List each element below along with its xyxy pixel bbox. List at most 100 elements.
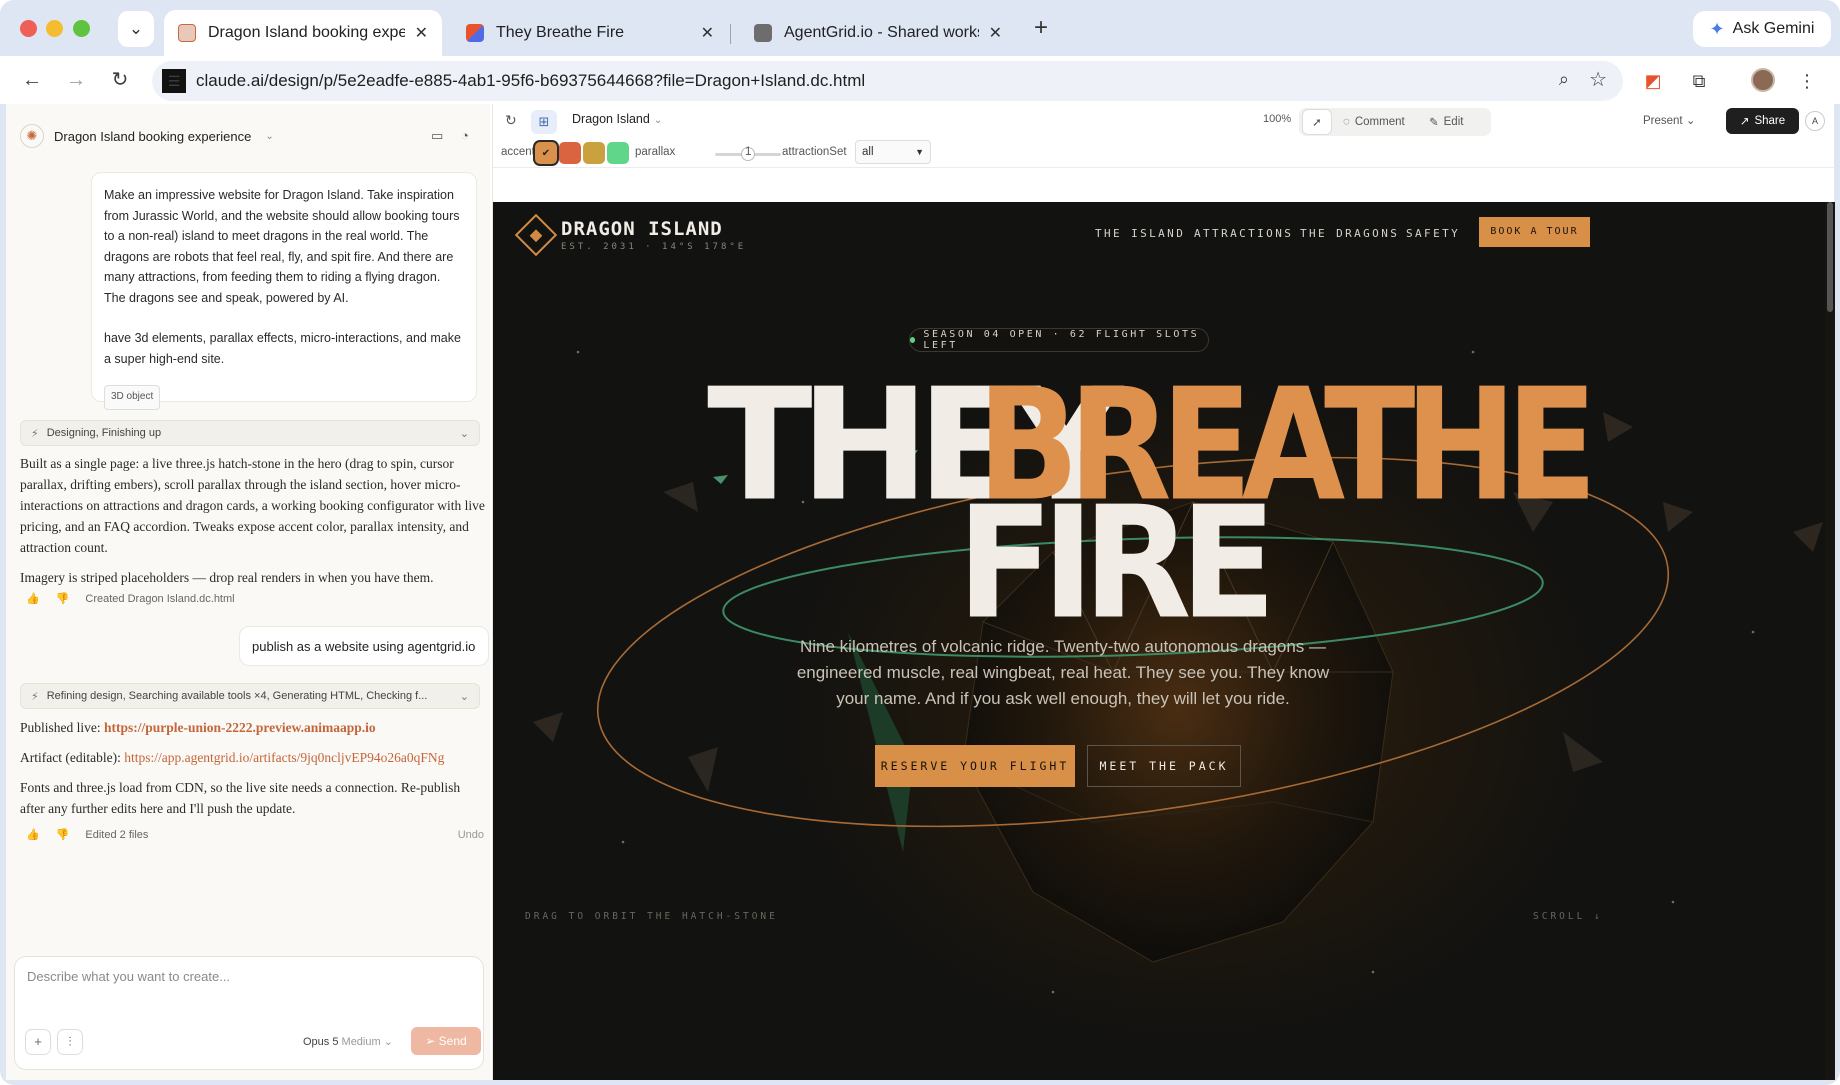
tab-agentgrid[interactable]: AgentGrid.io - Shared workspace ✕ (740, 10, 1016, 56)
comment-label: Comment (1354, 116, 1405, 128)
tab-they-breathe-fire[interactable]: They Breathe Fire ✕ (452, 10, 728, 56)
thumbs-down-icon[interactable]: 👎 (56, 828, 70, 841)
new-tab-button[interactable]: + (1026, 14, 1056, 44)
hero-lede: Nine kilometres of volcanic ridge. Twent… (796, 637, 1330, 708)
tab-dragon-island[interactable]: Dragon Island booking experience ✕ (164, 10, 442, 56)
notifications-icon[interactable]: ◔ (461, 128, 469, 143)
close-tab-icon[interactable]: ✕ (989, 23, 1002, 43)
agentgrid-favicon-icon (754, 24, 772, 42)
user-prompt-text: have 3d elements, parallax effects, micr… (104, 331, 461, 366)
preview-panel: ↻ ⊞ Dragon Island ⌄ 100% ➚ ◌ Comment ✎ Edit… (492, 104, 1835, 1080)
attraction-set-select[interactable]: all ▼ (855, 140, 931, 164)
book-a-tour-button[interactable]: BOOK A TOUR (1479, 217, 1590, 247)
anima-favicon-icon (466, 24, 484, 42)
tab-title: They Breathe Fire (496, 24, 625, 41)
nav-attractions[interactable]: ATTRACTIONS (1194, 227, 1293, 240)
ask-gemini-button[interactable]: ✦ Ask Gemini (1693, 11, 1831, 47)
extensions-puzzle-icon[interactable]: ⧉ (1688, 70, 1710, 92)
caret-down-icon: ▼ (915, 147, 924, 157)
zoom-magnifier-icon[interactable]: ⌕ (1559, 69, 1569, 90)
chevron-down-icon: ⌄ (383, 1036, 393, 1048)
preview-toolbar: ↻ ⊞ Dragon Island ⌄ 100% ➚ ◌ Comment ✎ Edit… (493, 104, 1835, 136)
brand-name: DRAGON ISLAND (561, 218, 723, 240)
sidebar-toggle-icon[interactable]: ▭ (431, 128, 443, 144)
send-button[interactable]: ➢ Send (411, 1027, 481, 1055)
comment-button[interactable]: ◌ Comment (1335, 110, 1413, 134)
edit-button[interactable]: ✎ Edit (1421, 110, 1471, 134)
voice-waveform-icon[interactable]: ⫶ (57, 1029, 83, 1055)
present-button[interactable]: Present ⌄ (1643, 113, 1695, 127)
page-content: ✺ Dragon Island booking experience ⌄ ▭ ◔… (6, 104, 1835, 1080)
select-cursor-icon[interactable]: ➚ (1303, 110, 1331, 134)
tab-search-chevron-icon[interactable]: ⌄ (118, 11, 154, 47)
meet-the-pack-button[interactable]: MEET THE PACK (1087, 745, 1241, 787)
nav-the-island[interactable]: THE ISLAND (1095, 227, 1185, 240)
site-brand[interactable]: DRAGON ISLAND EST. 2031 · 14°S 178°E (514, 213, 747, 257)
url-text[interactable]: claude.ai/design/p/5e2eadfe-e885-4ab1-95… (196, 71, 865, 91)
status-text: Refining design, Searching available too… (46, 690, 428, 702)
site-settings-icon[interactable]: ☰ (162, 69, 186, 93)
nav-safety[interactable]: SAFETY (1406, 227, 1460, 240)
profile-avatar[interactable] (1751, 68, 1775, 92)
chevron-down-icon: ⌄ (1685, 115, 1696, 127)
accent-swatch-orange[interactable]: ✔ (535, 142, 557, 164)
accent-swatch-gold[interactable] (583, 142, 605, 164)
edited-files-label[interactable]: Edited 2 files (85, 829, 148, 841)
zoom-level[interactable]: 100% (1263, 113, 1291, 125)
parallax-value: 1 (745, 146, 752, 158)
chrome-menu-icon[interactable]: ⋮ (1796, 70, 1818, 92)
artifact-link[interactable]: https://app.agentgrid.io/artifacts/9jq0n… (124, 750, 444, 765)
composer-placeholder[interactable]: Describe what you want to create... (27, 969, 230, 984)
close-window-button[interactable] (20, 20, 37, 37)
back-arrow-icon[interactable]: ← (18, 66, 46, 94)
nav-the-dragons[interactable]: THE DRAGONS (1300, 227, 1399, 240)
close-tab-icon[interactable]: ✕ (701, 23, 714, 43)
file-selector[interactable]: Dragon Island ⌄ (572, 112, 662, 126)
reply-text: Built as a single page: a live three.js … (20, 456, 485, 555)
preview-scrollbar[interactable] (1825, 202, 1835, 1080)
model-name: Opus 5 (303, 1036, 339, 1048)
minimize-window-button[interactable] (46, 20, 63, 37)
season-badge: SEASON 04 OPEN · 62 FLIGHT SLOTS LEFT (909, 328, 1209, 352)
user-avatar[interactable]: A (1805, 111, 1825, 131)
comment-icon: ◌ (1343, 116, 1350, 128)
refresh-icon[interactable]: ↻ (505, 112, 517, 129)
attraction-set-label: attractionSet (782, 146, 847, 158)
bookmark-star-icon[interactable]: ☆ (1589, 67, 1607, 92)
undo-button[interactable]: Undo (458, 829, 484, 841)
accent-swatch-green[interactable] (607, 142, 629, 164)
composer[interactable]: Describe what you want to create... + ⫶ … (14, 956, 484, 1070)
add-attachment-icon[interactable]: + (25, 1029, 51, 1055)
thumbs-down-icon[interactable]: 👎 (56, 592, 70, 605)
brand-subtitle: EST. 2031 · 14°S 178°E (561, 242, 747, 252)
published-link[interactable]: https://purple-union-2222.preview.animaa… (104, 720, 376, 735)
browser-window: ⌄ Dragon Island booking experience ✕ The… (0, 0, 1840, 1085)
attachment-chip[interactable]: 3D object (104, 385, 161, 410)
user-message: publish as a website using agentgrid.io (239, 626, 489, 666)
reserve-flight-button[interactable]: RESERVE YOUR FLIGHT (875, 745, 1075, 787)
scrollbar-thumb[interactable] (1827, 202, 1833, 312)
project-header[interactable]: ✺ Dragon Island booking experience ⌄ (20, 124, 274, 148)
artifact-line: Artifact (editable): https://app.agentgr… (20, 747, 488, 768)
tools-icon: ⚡ (31, 427, 39, 440)
forward-arrow-icon[interactable]: → (62, 66, 90, 94)
mode-switcher: ➚ ◌ Comment ✎ Edit (1299, 108, 1491, 136)
maximize-window-button[interactable] (73, 20, 90, 37)
anima-extension-icon[interactable]: ◩ (1642, 70, 1664, 92)
scroll-indicator[interactable]: SCROLL ↓ (1533, 911, 1603, 922)
model-effort: Medium (341, 1036, 381, 1048)
address-bar[interactable]: ☰ claude.ai/design/p/5e2eadfe-e885-4ab1-… (152, 61, 1623, 101)
close-tab-icon[interactable]: ✕ (415, 23, 428, 43)
thumbs-up-icon[interactable]: 👍 (26, 828, 40, 841)
accent-swatch-red[interactable] (559, 142, 581, 164)
user-message-text: publish as a website using agentgrid.io (252, 638, 476, 654)
thumbs-up-icon[interactable]: 👍 (26, 592, 40, 605)
layout-grid-icon[interactable]: ⊞ (531, 110, 557, 134)
status-row[interactable]: ⚡ Refining design, Searching available t… (20, 683, 480, 709)
created-file-label[interactable]: Created Dragon Island.dc.html (85, 593, 234, 605)
reload-icon[interactable]: ↻ (106, 66, 134, 94)
model-selector[interactable]: Opus 5 Medium ⌄ (303, 1035, 393, 1048)
status-row[interactable]: ⚡ Designing, Finishing up ⌄ (20, 420, 480, 446)
share-button[interactable]: ↗ Share (1726, 108, 1799, 134)
share-label: Share (1754, 115, 1786, 127)
